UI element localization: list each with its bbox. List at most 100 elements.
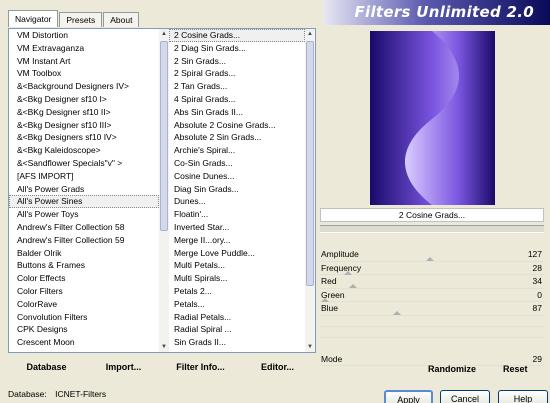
category-item[interactable]: VM Instant Art (9, 55, 159, 68)
category-item[interactable]: Color Filters (9, 285, 159, 298)
filter-scrollbar[interactable]: ▲ ▼ (305, 29, 315, 352)
param-name: Blue (321, 303, 339, 313)
scroll-thumb[interactable] (160, 41, 168, 231)
category-item[interactable]: &<Bkg Designer sf10 III> (9, 119, 159, 132)
category-item[interactable]: VM Toolbox (9, 67, 159, 80)
preview-separator (320, 225, 544, 233)
filter-item[interactable]: Merge Love Puddle... (169, 247, 305, 260)
filter-item[interactable]: Radial Spiral ... (169, 323, 305, 336)
category-item[interactable]: &<Sandflower Specials"v" > (9, 157, 159, 170)
filter-item[interactable]: Dunes... (169, 195, 305, 208)
randomize-button[interactable]: Randomize (428, 364, 476, 374)
filter-preview-image (370, 31, 495, 205)
param-name: Amplitude (321, 249, 359, 259)
scroll-down-icon[interactable]: ▼ (159, 342, 169, 352)
apply-button[interactable]: Apply (384, 390, 433, 403)
banner-title: Filters Unlimited 2.0 (354, 3, 534, 21)
filter-item[interactable]: Absolute 2 Sin Grads... (169, 131, 305, 144)
param-row-empty (320, 316, 544, 327)
param-name: Frequency (321, 262, 362, 273)
category-scrollbar[interactable]: ▲ ▼ (159, 29, 169, 352)
filter-list[interactable]: 2 Cosine Grads... 2 Diag Sin Grads... 2 Si… (169, 29, 305, 352)
filter-item[interactable]: Multi Petals... (169, 259, 305, 272)
import-button[interactable]: Import... (85, 356, 162, 378)
slider-thumb-icon[interactable] (393, 311, 401, 315)
category-item[interactable]: Crescent Moon (9, 336, 159, 349)
filter-item[interactable]: Radial Petals... (169, 311, 305, 324)
database-value: ICNET-Filters (55, 389, 107, 399)
category-item[interactable]: [AFS IMPORT] (9, 170, 159, 183)
editor-button[interactable]: Editor... (239, 356, 316, 378)
filter-item[interactable]: 2 Spiral Grads... (169, 67, 305, 80)
category-list[interactable]: VM Distortion VM Extravaganza VM Instant A… (9, 29, 159, 352)
param-value: 34 (532, 276, 542, 286)
filter-item[interactable]: Multi Spirals... (169, 272, 305, 285)
preview-caption: 2 Cosine Grads... (320, 208, 544, 222)
slider-thumb-icon[interactable] (321, 297, 329, 302)
help-button[interactable]: Help (498, 390, 548, 403)
filter-item[interactable]: Absolute 2 Cosine Grads... (169, 119, 305, 132)
filter-item[interactable]: 2 Diag Sin Grads... (169, 42, 305, 55)
navigator-panel: VM Distortion VM Extravaganza VM Instant A… (8, 28, 316, 353)
param-row-blue[interactable]: Blue 87 (320, 302, 544, 316)
param-row-green[interactable]: Green 0 (320, 289, 544, 302)
filter-item[interactable]: 4 Spiral Grads... (169, 93, 305, 106)
category-item[interactable]: Cybia (9, 349, 159, 352)
filter-item[interactable]: Sin Grads II... (169, 336, 305, 349)
category-item[interactable]: VM Distortion (9, 29, 159, 42)
tab-strip: Navigator Presets About (8, 10, 140, 27)
filter-item[interactable]: Petals 2... (169, 285, 305, 298)
filter-item[interactable]: 2 Cosine Grads... (169, 29, 305, 42)
category-item[interactable]: All's Power Grads (9, 183, 159, 196)
category-item[interactable]: Andrew's Filter Collection 59 (9, 234, 159, 247)
param-name: Mode (321, 353, 343, 364)
tab-presets[interactable]: Presets (59, 12, 103, 27)
tab-navigator[interactable]: Navigator (8, 10, 59, 27)
filter-item[interactable]: Inverted Star... (169, 221, 305, 234)
reset-button[interactable]: Reset (503, 364, 528, 374)
filter-item[interactable]: Co-Sin Grads... (169, 157, 305, 170)
slider-thumb-icon[interactable] (426, 257, 434, 261)
filter-item[interactable]: Diag Sin Grads... (169, 183, 305, 196)
filter-item[interactable]: Petals... (169, 298, 305, 311)
category-item[interactable]: VM Extravaganza (9, 42, 159, 55)
filter-item[interactable]: Merge II...ory... (169, 234, 305, 247)
filter-info-button[interactable]: Filter Info... (162, 356, 239, 378)
filter-item[interactable]: Sin Grads... (169, 349, 305, 352)
category-item[interactable]: CPK Designs (9, 323, 159, 336)
slider-thumb-icon[interactable] (349, 284, 357, 288)
param-row-red[interactable]: Red 34 (320, 275, 544, 289)
category-item[interactable]: Color Effects (9, 272, 159, 285)
param-row-frequency[interactable]: Frequency 28 (320, 262, 544, 275)
param-row-amplitude[interactable]: Amplitude 127 (320, 248, 544, 262)
filter-item[interactable]: Floatin'... (169, 208, 305, 221)
slider-thumb-icon[interactable] (344, 270, 352, 275)
category-item[interactable]: Balder Olrik (9, 247, 159, 260)
scroll-thumb[interactable] (306, 41, 314, 286)
category-item[interactable]: Andrew's Filter Collection 58 (9, 221, 159, 234)
category-item[interactable]: &<Bkg Designer sf10 I> (9, 93, 159, 106)
scroll-up-icon[interactable]: ▲ (305, 29, 315, 39)
category-item[interactable]: &<BKg Designer sf10 II> (9, 106, 159, 119)
category-item[interactable]: Buttons & Frames (9, 259, 159, 272)
scroll-up-icon[interactable]: ▲ (159, 29, 169, 39)
scroll-down-icon[interactable]: ▼ (305, 342, 315, 352)
category-item[interactable]: &<Bkg Kaleidoscope> (9, 144, 159, 157)
category-item[interactable]: &<Bkg Designers sf10 IV> (9, 131, 159, 144)
category-item[interactable]: &<Background Designers IV> (9, 80, 159, 93)
title-banner: Filters Unlimited 2.0 (323, 0, 550, 25)
cancel-button[interactable]: Cancel (440, 390, 490, 403)
category-item[interactable]: All's Power Toys (9, 208, 159, 221)
param-name: Red (321, 276, 337, 286)
database-button[interactable]: Database (8, 356, 85, 378)
filter-item[interactable]: Cosine Dunes... (169, 170, 305, 183)
tab-about[interactable]: About (103, 12, 140, 27)
category-item[interactable]: ColorRave (9, 298, 159, 311)
filter-item[interactable]: 2 Tan Grads... (169, 80, 305, 93)
category-item[interactable]: Convolution Filters (9, 311, 159, 324)
filter-item[interactable]: Archie's Spiral... (169, 144, 305, 157)
param-value: 127 (527, 249, 542, 259)
filter-item[interactable]: 2 Sin Grads... (169, 55, 305, 68)
filter-item[interactable]: Abs Sin Grads II... (169, 106, 305, 119)
category-item[interactable]: All's Power Sines (9, 195, 159, 209)
